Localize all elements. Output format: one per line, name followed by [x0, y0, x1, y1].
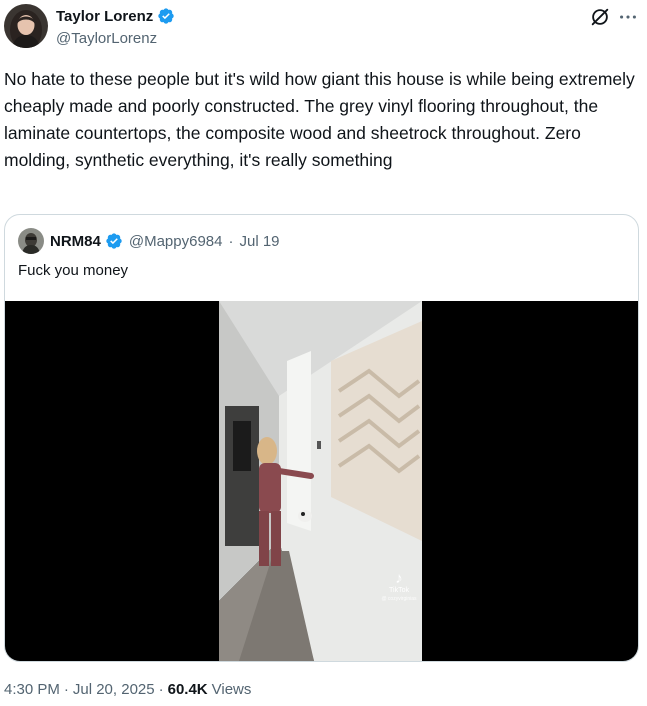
views-count[interactable]: 60.4K: [168, 681, 208, 698]
tiktok-watermark-label: TikTok: [389, 587, 409, 594]
tiktok-watermark-handle: @ cozyvirginias: [381, 596, 417, 602]
footer-separator: ·: [63, 681, 69, 698]
author-avatar[interactable]: [4, 4, 48, 48]
tiktok-logo-icon: ♪: [395, 570, 403, 587]
quoted-tweet-card[interactable]: NRM84 @Mappy6984 · Jul 19 Fuck you money: [4, 214, 639, 662]
video-player[interactable]: ♪ TikTok @ cozyvirginias: [5, 301, 638, 661]
author-handle[interactable]: @TaylorLorenz: [56, 30, 157, 47]
verified-badge-icon: [105, 232, 123, 250]
tweet-footer: 4:30 PM · Jul 20, 2025 · 60.4K Views: [4, 681, 251, 698]
quoted-display-name[interactable]: NRM84: [50, 233, 101, 250]
author-display-name[interactable]: Taylor Lorenz: [56, 8, 153, 25]
verified-badge-icon: [157, 7, 175, 25]
tweet-time[interactable]: 4:30 PM: [4, 681, 60, 698]
tweet: Taylor Lorenz @TaylorLorenz No hate to t…: [0, 0, 647, 706]
quoted-author-avatar[interactable]: [18, 228, 44, 254]
video-frame[interactable]: ♪ TikTok @ cozyvirginias: [219, 301, 422, 661]
tweet-text: No hate to these people but it's wild ho…: [4, 69, 635, 170]
quoted-date[interactable]: Jul 19: [239, 233, 279, 250]
more-horizontal-icon[interactable]: [617, 6, 639, 28]
author-name-row: Taylor Lorenz: [56, 7, 175, 25]
video-thumbnail: [219, 301, 422, 661]
tweet-date[interactable]: Jul 20, 2025: [73, 681, 155, 698]
quoted-separator: ·: [228, 232, 234, 250]
footer-separator: ·: [158, 681, 164, 698]
quoted-tweet-text: Fuck you money: [18, 262, 129, 279]
quoted-handle[interactable]: @Mappy6984: [129, 233, 223, 250]
quoted-tweet-header: NRM84 @Mappy6984 · Jul 19: [50, 232, 280, 250]
views-label: Views: [211, 681, 252, 698]
tiktok-watermark: ♪ TikTok @ cozyvirginias: [379, 571, 419, 603]
grok-icon[interactable]: [589, 6, 611, 28]
